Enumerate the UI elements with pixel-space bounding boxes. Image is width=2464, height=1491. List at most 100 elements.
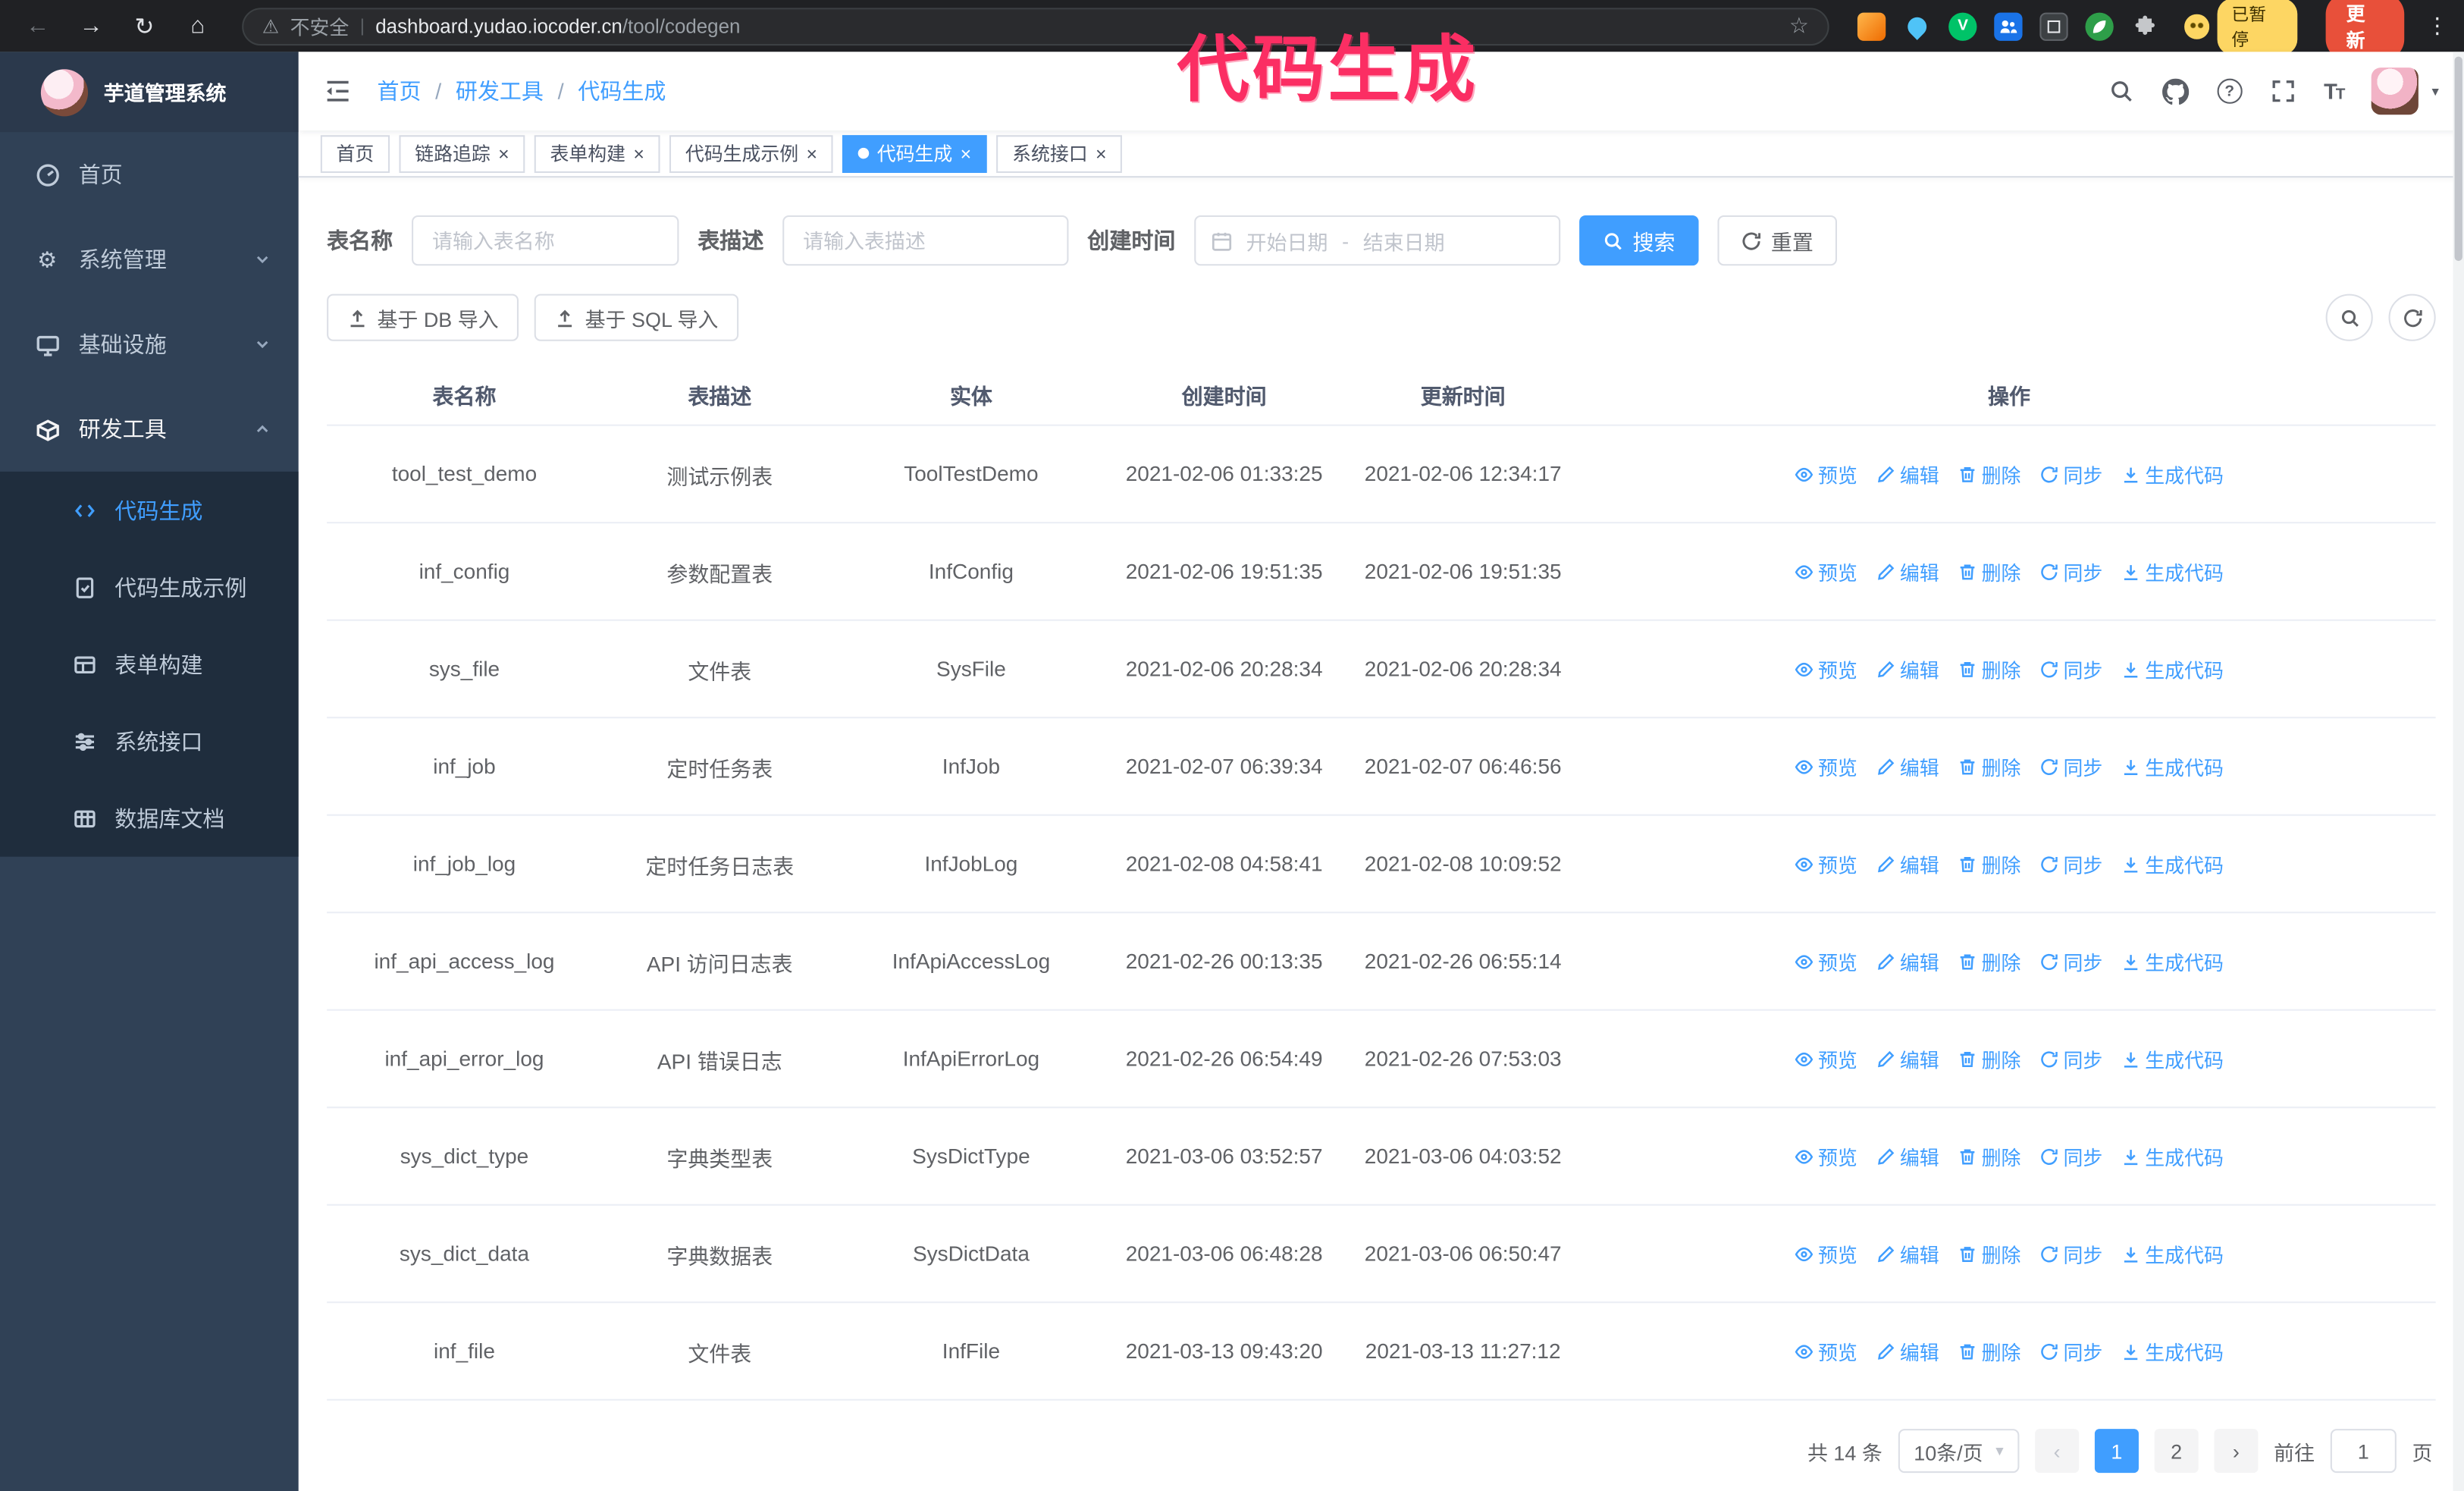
profile-paused-badge[interactable]: 已暂停: [2184, 0, 2298, 55]
delete-link[interactable]: 删除: [1958, 1336, 2020, 1366]
scrollbar-track[interactable]: [2453, 52, 2464, 1491]
sidebar-item-system[interactable]: ⚙ 系统管理: [0, 217, 299, 302]
preview-link[interactable]: 预览: [1795, 752, 1857, 781]
preview-link[interactable]: 预览: [1795, 459, 1857, 488]
sidebar-item-codegen[interactable]: 代码生成: [0, 472, 299, 549]
preview-link[interactable]: 预览: [1795, 654, 1857, 683]
reset-button[interactable]: 重置: [1717, 215, 1837, 266]
extension-people-icon[interactable]: [1994, 11, 2023, 40]
breadcrumb-devtools[interactable]: 研发工具: [456, 75, 544, 106]
sync-link[interactable]: 同步: [2039, 557, 2102, 586]
preview-link[interactable]: 预览: [1795, 1238, 1857, 1268]
search-button[interactable]: 搜索: [1579, 215, 1699, 266]
delete-link[interactable]: 删除: [1958, 654, 2020, 683]
extension-leaf-icon[interactable]: [2085, 11, 2114, 40]
page-button-2[interactable]: 2: [2154, 1429, 2199, 1474]
preview-link[interactable]: 预览: [1795, 849, 1857, 878]
tab-codegen[interactable]: 代码生成 ×: [842, 134, 987, 172]
prev-page-button[interactable]: ‹: [2035, 1429, 2080, 1474]
generate-code-link[interactable]: 生成代码: [2121, 654, 2224, 683]
edit-link[interactable]: 编辑: [1876, 849, 1939, 878]
edit-link[interactable]: 编辑: [1876, 946, 1939, 976]
page-size-select[interactable]: 10条/页 ▾: [1898, 1429, 2020, 1474]
edit-link[interactable]: 编辑: [1876, 654, 1939, 683]
generate-code-link[interactable]: 生成代码: [2121, 557, 2224, 586]
tab-form-builder[interactable]: 表单构建 ×: [534, 134, 660, 172]
edit-link[interactable]: 编辑: [1876, 752, 1939, 781]
generate-code-link[interactable]: 生成代码: [2121, 946, 2224, 976]
generate-code-link[interactable]: 生成代码: [2121, 752, 2224, 781]
sidebar-item-system-api[interactable]: 系统接口: [0, 702, 299, 780]
tab-system-api[interactable]: 系统接口 ×: [996, 134, 1123, 172]
generate-code-link[interactable]: 生成代码: [2121, 1336, 2224, 1366]
home-icon[interactable]: ⌂: [176, 5, 220, 46]
delete-link[interactable]: 删除: [1958, 752, 2020, 781]
import-sql-button[interactable]: 基于 SQL 导入: [534, 293, 739, 341]
sync-link[interactable]: 同步: [2039, 654, 2102, 683]
generate-code-link[interactable]: 生成代码: [2121, 1141, 2224, 1171]
sidebar-item-form-builder[interactable]: 表单构建: [0, 626, 299, 703]
preview-link[interactable]: 预览: [1795, 1336, 1857, 1366]
bookmark-star-icon[interactable]: ☆: [1789, 13, 1809, 39]
close-icon[interactable]: ×: [633, 144, 644, 163]
github-icon[interactable]: [2161, 77, 2189, 105]
breadcrumb-home[interactable]: 首页: [377, 75, 421, 106]
close-icon[interactable]: ×: [498, 144, 509, 163]
sync-link[interactable]: 同步: [2039, 946, 2102, 976]
delete-link[interactable]: 删除: [1958, 459, 2020, 488]
sync-link[interactable]: 同步: [2039, 1141, 2102, 1171]
toggle-search-button[interactable]: [2325, 293, 2373, 341]
sidebar-logo[interactable]: 芋道管理系统: [0, 52, 299, 133]
generate-code-link[interactable]: 生成代码: [2121, 849, 2224, 878]
reload-icon[interactable]: ↻: [122, 5, 166, 46]
sidebar-item-codegen-example[interactable]: 代码生成示例: [0, 548, 299, 626]
delete-link[interactable]: 删除: [1958, 557, 2020, 586]
sync-link[interactable]: 同步: [2039, 1336, 2102, 1366]
sync-link[interactable]: 同步: [2039, 1238, 2102, 1268]
chrome-update-button[interactable]: 更新: [2325, 0, 2405, 59]
scrollbar-thumb[interactable]: [2454, 56, 2462, 262]
generate-code-link[interactable]: 生成代码: [2121, 1238, 2224, 1268]
delete-link[interactable]: 删除: [1958, 1044, 2020, 1073]
extension-fox-icon[interactable]: [1857, 11, 1886, 40]
edit-link[interactable]: 编辑: [1876, 459, 1939, 488]
extension-v-icon[interactable]: V: [1948, 11, 1977, 40]
close-icon[interactable]: ×: [961, 144, 972, 163]
user-avatar[interactable]: [2372, 67, 2419, 115]
refresh-button[interactable]: [2388, 293, 2436, 341]
sidebar-item-home[interactable]: 首页: [0, 132, 299, 217]
generate-code-link[interactable]: 生成代码: [2121, 459, 2224, 488]
preview-link[interactable]: 预览: [1795, 557, 1857, 586]
extensions-puzzle-icon[interactable]: [2131, 12, 2159, 40]
delete-link[interactable]: 删除: [1958, 849, 2020, 878]
sync-link[interactable]: 同步: [2039, 1044, 2102, 1073]
table-desc-input[interactable]: [782, 215, 1069, 266]
help-icon[interactable]: ?: [2217, 78, 2243, 104]
date-range-picker[interactable]: 开始日期 - 结束日期: [1194, 215, 1561, 266]
extension-screenshot-icon[interactable]: [2039, 11, 2068, 40]
preview-link[interactable]: 预览: [1795, 1141, 1857, 1171]
sidebar-fold-icon[interactable]: [324, 77, 352, 105]
close-icon[interactable]: ×: [806, 144, 817, 163]
font-size-icon[interactable]: TT: [2324, 79, 2345, 104]
page-button-1[interactable]: 1: [2094, 1429, 2139, 1474]
close-icon[interactable]: ×: [1096, 144, 1107, 163]
sidebar-item-infra[interactable]: 基础设施: [0, 302, 299, 387]
sidebar-item-devtools[interactable]: 研发工具: [0, 387, 299, 472]
edit-link[interactable]: 编辑: [1876, 1336, 1939, 1366]
search-icon[interactable]: [2108, 79, 2133, 104]
tab-codegen-example[interactable]: 代码生成示例 ×: [669, 134, 833, 172]
preview-link[interactable]: 预览: [1795, 1044, 1857, 1073]
back-icon[interactable]: ←: [16, 5, 60, 46]
preview-link[interactable]: 预览: [1795, 946, 1857, 976]
next-page-button[interactable]: ›: [2214, 1429, 2259, 1474]
sync-link[interactable]: 同步: [2039, 459, 2102, 488]
fullscreen-icon[interactable]: [2271, 79, 2296, 104]
url-bar[interactable]: ⚠ 不安全 | dashboard.yudao.iocoder.cn/tool/…: [241, 7, 1829, 46]
delete-link[interactable]: 删除: [1958, 1238, 2020, 1268]
generate-code-link[interactable]: 生成代码: [2121, 1044, 2224, 1073]
sidebar-item-db-docs[interactable]: 数据库文档: [0, 780, 299, 857]
forward-icon[interactable]: →: [69, 5, 113, 46]
sync-link[interactable]: 同步: [2039, 752, 2102, 781]
import-db-button[interactable]: 基于 DB 导入: [327, 293, 519, 341]
